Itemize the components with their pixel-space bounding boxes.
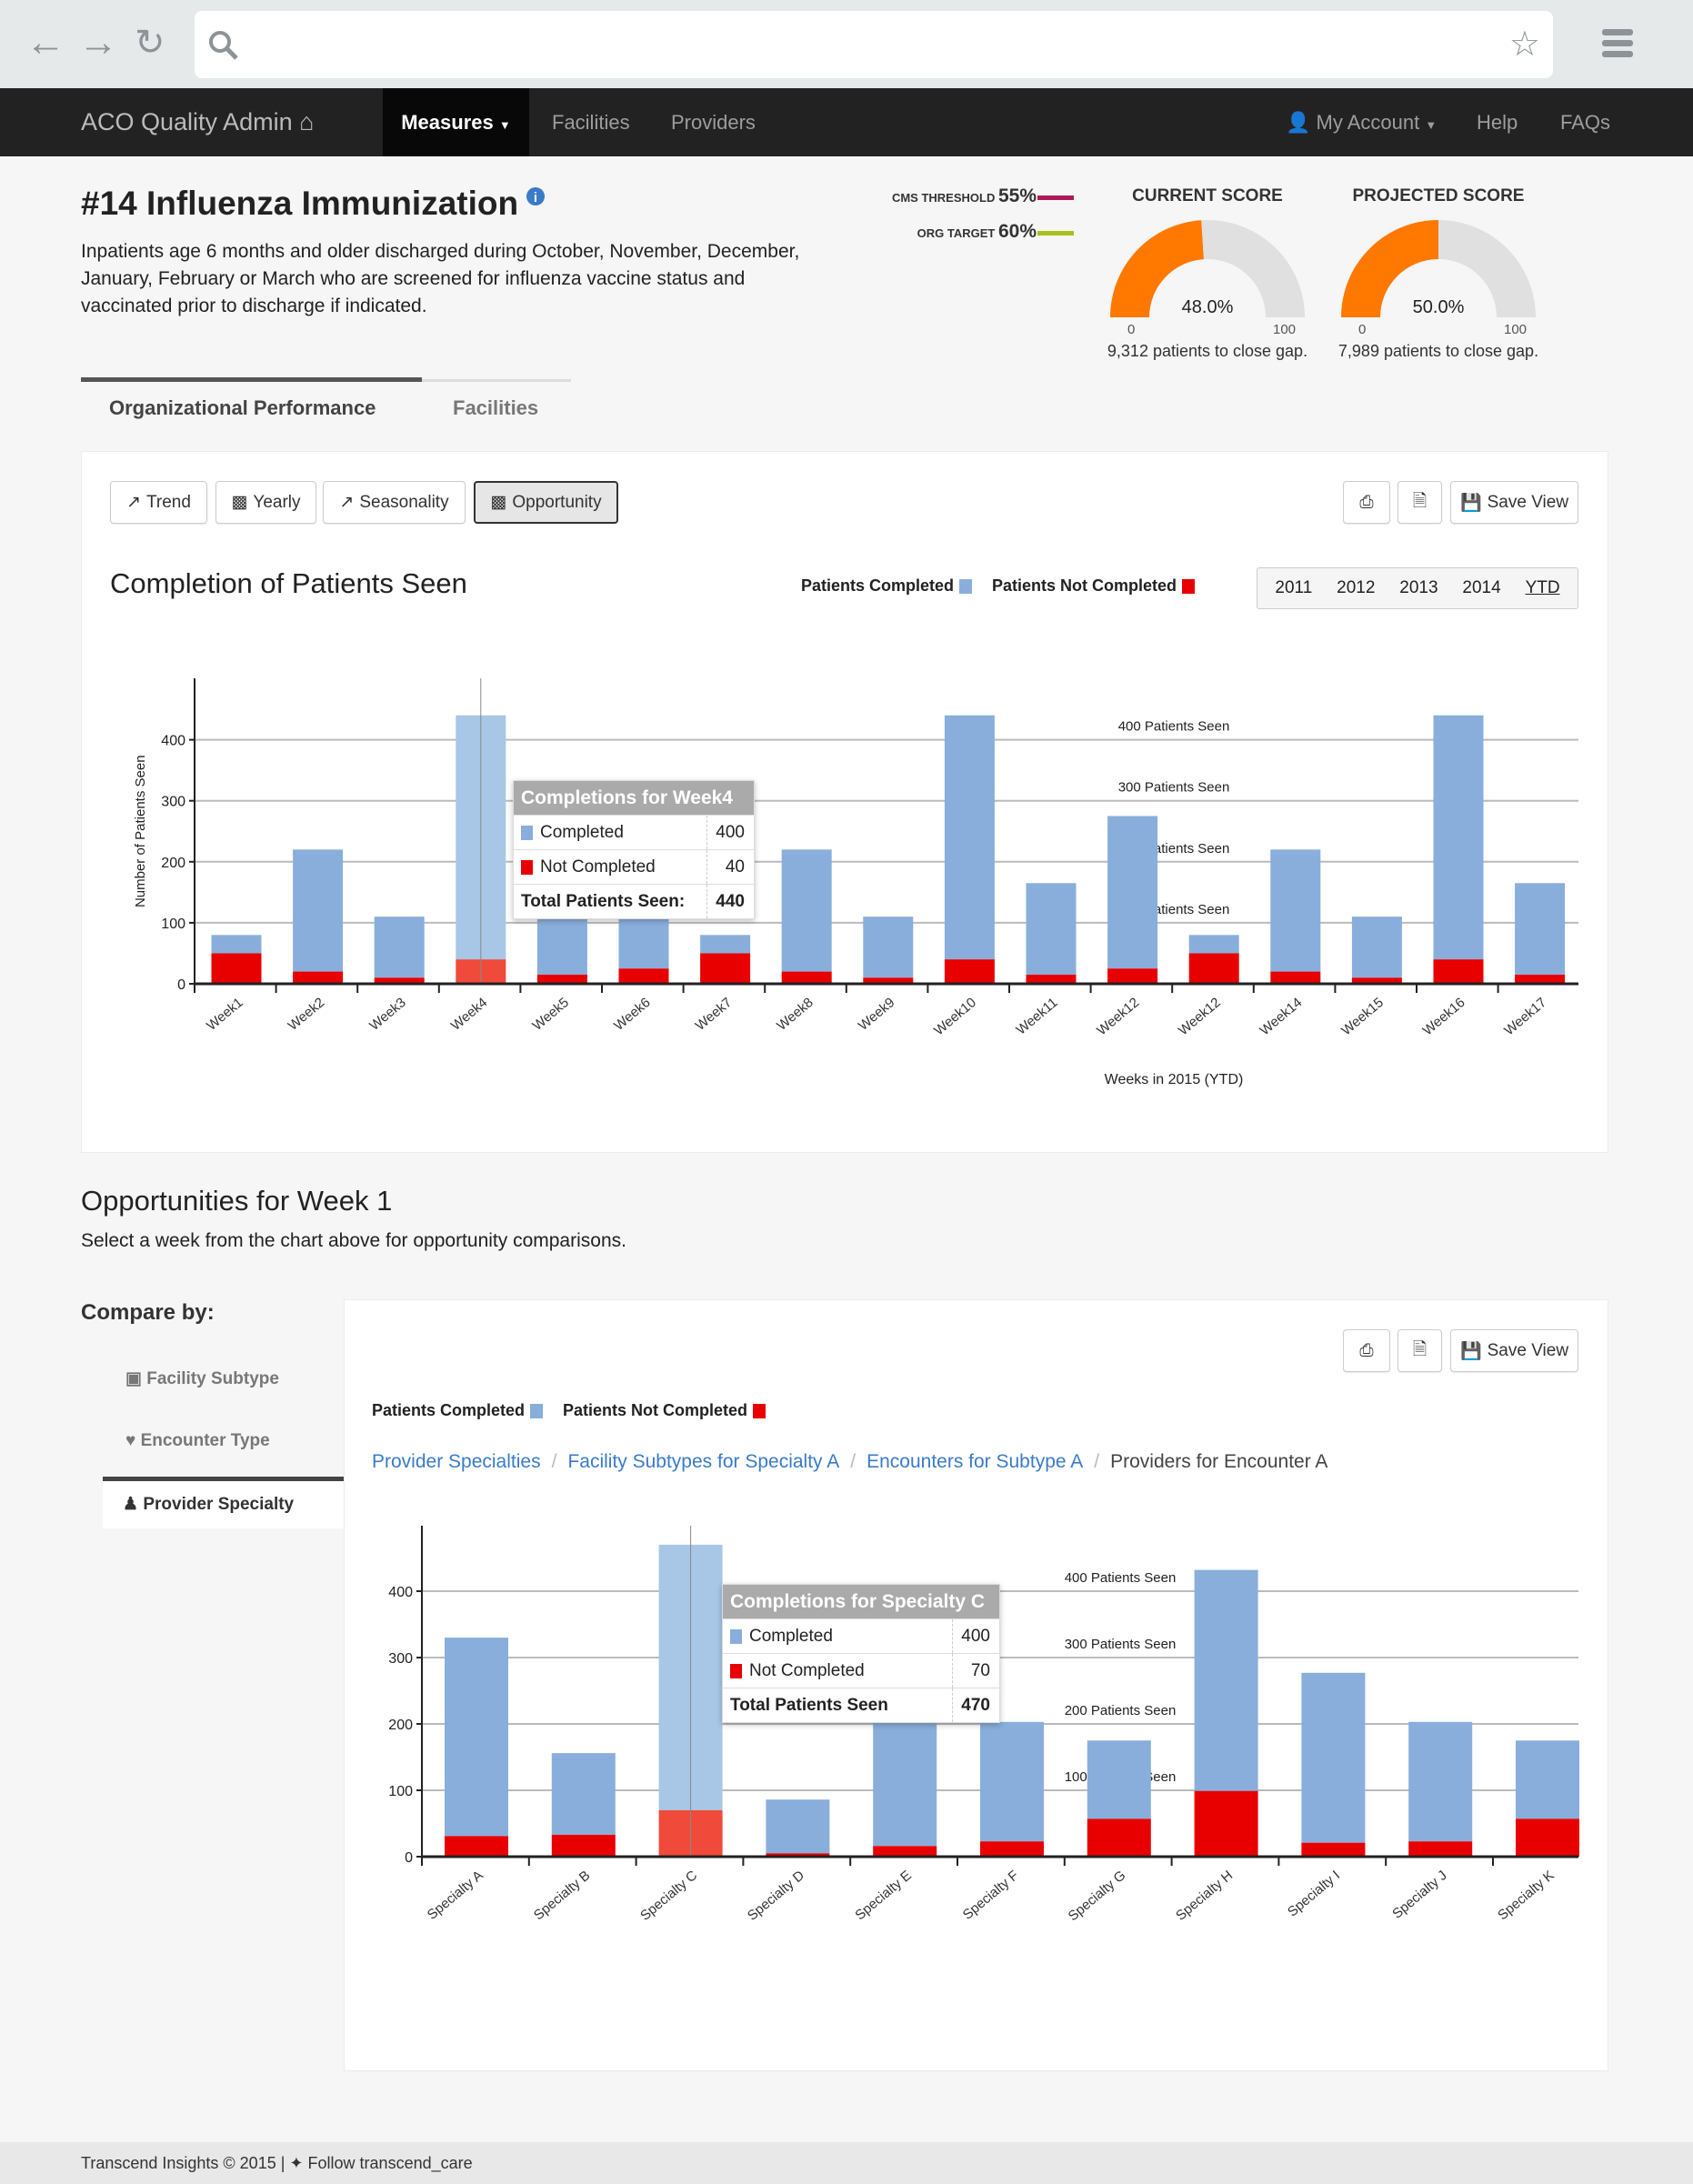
y-tick-label: 400 bbox=[388, 1585, 413, 1600]
tooltip-value: 470 bbox=[952, 1688, 999, 1722]
tooltip-value: 70 bbox=[952, 1654, 999, 1688]
reference-line-label: 300 Patients Seen bbox=[1065, 1637, 1177, 1652]
bar-completed bbox=[1408, 1721, 1473, 1842]
reference-line-label: 400 Patients Seen bbox=[1065, 1570, 1177, 1586]
x-tick-label: Specialty H bbox=[1173, 1868, 1236, 1924]
bar-completed bbox=[1301, 1672, 1366, 1843]
x-tick-label: Specialty I bbox=[1285, 1868, 1343, 1920]
bar-not-completed bbox=[1301, 1842, 1366, 1857]
x-tick-label: Specialty K bbox=[1495, 1868, 1557, 1923]
bar-not-completed bbox=[1087, 1818, 1151, 1857]
footer-copyright: Transcend Insights © 2015 | bbox=[81, 2154, 286, 2172]
chart-tooltip: Completions for Specialty C Completed 400… bbox=[722, 1584, 1000, 1723]
x-tick-label: Specialty J bbox=[1389, 1868, 1450, 1922]
x-tick-label: Specialty E bbox=[852, 1868, 914, 1923]
footer: Transcend Insights © 2015 | ✦ Follow tra… bbox=[0, 2142, 1693, 2184]
x-tick-label: Specialty A bbox=[425, 1868, 486, 1923]
bar-not-completed bbox=[445, 1836, 508, 1857]
x-tick-label: Specialty F bbox=[960, 1868, 1022, 1923]
specialty-completion-chart: 0 100 200 300 400 400 Patients Seen 300 Patien… bbox=[388, 1526, 1579, 1924]
not-completed-swatch bbox=[730, 1663, 742, 1678]
y-tick-label: 300 bbox=[388, 1651, 413, 1667]
footer-follow-link[interactable]: Follow transcend_care bbox=[308, 2154, 473, 2172]
bar-completed bbox=[873, 1706, 937, 1847]
tooltip-label: Not Completed bbox=[749, 1660, 865, 1680]
y-tick-label: 0 bbox=[405, 1850, 413, 1866]
x-tick-label: Specialty C bbox=[637, 1868, 700, 1924]
bar-completed bbox=[445, 1638, 508, 1837]
tooltip-title: Completions for Specialty C bbox=[723, 1585, 999, 1618]
y-tick-label: 100 bbox=[388, 1784, 413, 1799]
tooltip-label: Total Patients Seen bbox=[730, 1695, 888, 1715]
twitter-icon: ✦ bbox=[289, 2154, 304, 2172]
reference-line-label: 200 Patients Seen bbox=[1065, 1703, 1177, 1718]
bar-completed bbox=[1516, 1740, 1579, 1819]
bar-completed bbox=[1194, 1569, 1258, 1791]
x-tick-label: Specialty G bbox=[1066, 1868, 1129, 1924]
bar-not-completed bbox=[1194, 1790, 1258, 1857]
bar-completed bbox=[980, 1721, 1044, 1842]
y-tick-label: 200 bbox=[388, 1718, 413, 1733]
bar-completed bbox=[766, 1799, 830, 1854]
x-tick-label: Specialty D bbox=[745, 1868, 807, 1924]
x-tick-label: Specialty B bbox=[531, 1868, 593, 1923]
bar-not-completed bbox=[1516, 1818, 1579, 1857]
bar-not-completed bbox=[551, 1834, 616, 1857]
bar-completed bbox=[1087, 1740, 1151, 1819]
bar-not-completed bbox=[980, 1841, 1044, 1857]
tooltip-label: Completed bbox=[749, 1626, 833, 1646]
bar-completed bbox=[551, 1753, 616, 1835]
tooltip-value: 400 bbox=[952, 1619, 999, 1653]
bar-not-completed bbox=[873, 1846, 937, 1857]
bar-not-completed bbox=[1408, 1841, 1473, 1857]
completed-swatch bbox=[730, 1628, 742, 1644]
